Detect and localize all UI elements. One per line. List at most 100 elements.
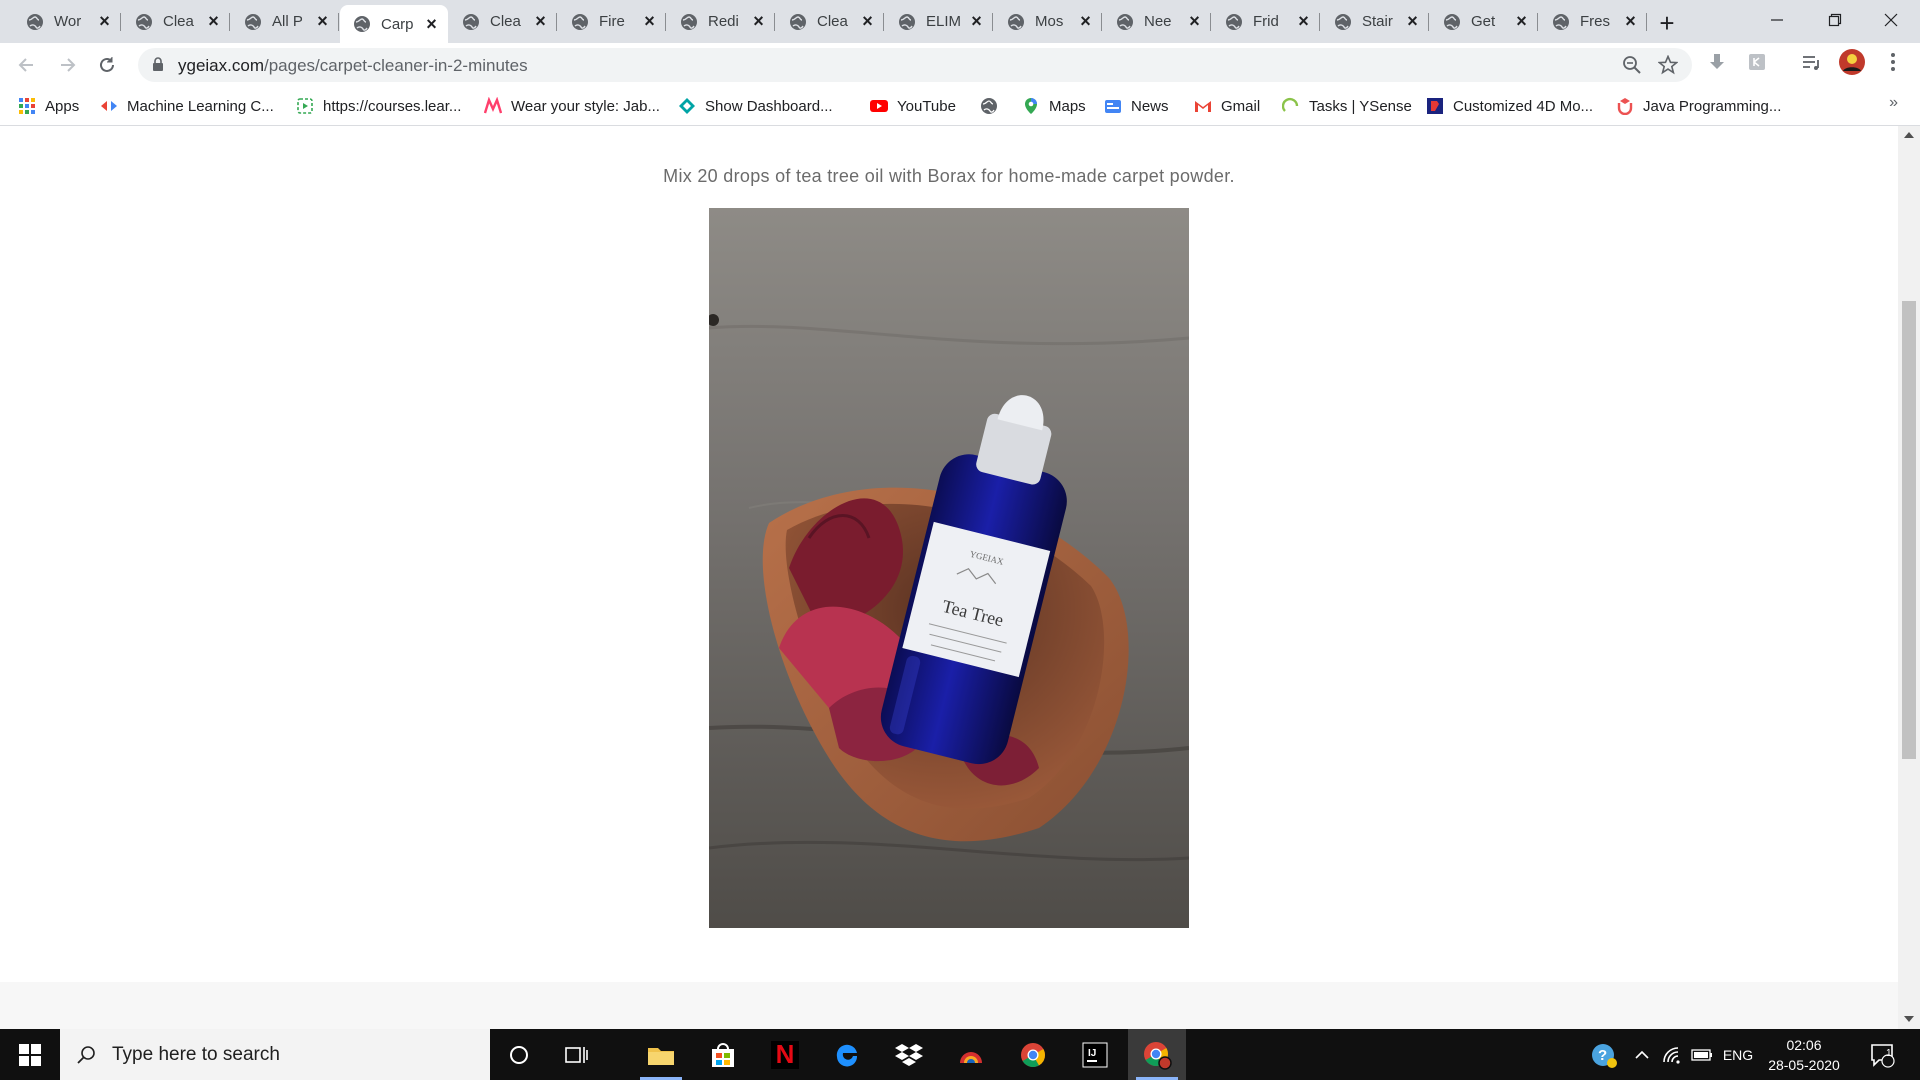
tab-title: Stair <box>1362 13 1393 30</box>
bookmark-label: Machine Learning C... <box>127 97 274 115</box>
browser-tab[interactable]: All P × <box>231 5 339 38</box>
close-tab-icon[interactable]: × <box>1188 11 1201 31</box>
bookmark-item[interactable]: Tasks | YSense <box>1282 94 1412 118</box>
dropbox-button[interactable] <box>880 1029 938 1080</box>
extension-tile-icon[interactable] <box>1745 50 1769 74</box>
close-tab-icon[interactable]: × <box>316 11 329 31</box>
close-tab-icon[interactable]: × <box>861 11 874 31</box>
close-tab-icon[interactable]: × <box>1406 11 1419 31</box>
app-arc-button[interactable] <box>942 1029 1000 1080</box>
address-url[interactable]: ygeiax.com/pages/carpet-cleaner-in-2-min… <box>178 56 528 76</box>
battery-tray-button[interactable] <box>1688 1029 1716 1080</box>
browser-tab[interactable]: Fres × <box>1539 5 1647 38</box>
close-tab-icon[interactable]: × <box>534 11 547 31</box>
browser-tab[interactable]: Frid × <box>1212 5 1320 38</box>
windows-taskbar: Type here to search N IJ ? ENG 02:06 28-… <box>0 1029 1920 1080</box>
close-window-button[interactable] <box>1862 0 1920 40</box>
browser-tab[interactable]: Wor × <box>13 5 121 38</box>
bookmark-item[interactable]: Gmail <box>1194 94 1260 118</box>
minimize-button[interactable] <box>1748 0 1806 40</box>
bookmark-item[interactable]: YouTube <box>870 94 956 118</box>
help-tray-button[interactable]: ? <box>1586 1029 1622 1080</box>
close-tab-icon[interactable]: × <box>643 11 656 31</box>
close-tab-icon[interactable]: × <box>970 11 983 31</box>
back-button[interactable] <box>11 49 43 81</box>
close-tab-icon[interactable]: × <box>752 11 765 31</box>
zoom-icon[interactable] <box>1622 55 1642 75</box>
store-button[interactable] <box>694 1029 752 1080</box>
browser-tab[interactable]: Fire × <box>558 5 666 38</box>
file-explorer-button[interactable] <box>632 1029 690 1080</box>
task-view-button[interactable] <box>548 1029 606 1080</box>
4d-icon <box>1426 97 1444 115</box>
bookmark-star-icon[interactable] <box>1658 55 1678 75</box>
globe-icon <box>572 13 588 30</box>
taskbar-search-box[interactable]: Type here to search <box>60 1029 490 1080</box>
chrome-menu-button[interactable] <box>1881 50 1905 74</box>
tab-separator <box>1101 13 1102 31</box>
url-path: /pages/carpet-cleaner-in-2-minutes <box>263 56 528 75</box>
courses-play-icon <box>296 97 314 115</box>
bookmark-item[interactable]: Apps <box>18 94 79 118</box>
store-bag-icon <box>712 1042 734 1067</box>
gmail-icon <box>1194 97 1212 115</box>
bookmark-item[interactable]: Machine Learning C... <box>100 94 274 118</box>
reload-button[interactable] <box>91 49 123 81</box>
intellij-button[interactable]: IJ <box>1066 1029 1124 1080</box>
netflix-button[interactable]: N <box>756 1029 814 1080</box>
browser-tab[interactable]: Stair × <box>1321 5 1429 38</box>
bookmark-item[interactable]: https://courses.lear... <box>296 94 461 118</box>
extension-download-icon[interactable] <box>1705 50 1729 74</box>
show-hidden-icons-button[interactable] <box>1628 1029 1656 1080</box>
close-tab-icon[interactable]: × <box>1297 11 1310 31</box>
windows-logo-icon <box>19 1043 41 1066</box>
browser-tab[interactable]: Clea × <box>449 5 557 38</box>
bookmarks-overflow-button[interactable]: » <box>1889 94 1898 112</box>
restore-button[interactable] <box>1806 0 1864 40</box>
browser-tab[interactable]: Carp × <box>340 5 448 43</box>
close-tab-icon[interactable]: × <box>207 11 220 31</box>
bookmark-item[interactable]: Customized 4D Mo... <box>1426 94 1593 118</box>
scroll-down-arrow-icon[interactable] <box>1904 1016 1914 1022</box>
network-tray-button[interactable] <box>1658 1029 1686 1080</box>
browser-tab[interactable]: Mos × <box>994 5 1102 38</box>
browser-tab[interactable]: Clea × <box>776 5 884 38</box>
taskbar-clock[interactable]: 02:06 28-05-2020 <box>1762 1035 1846 1075</box>
media-queue-icon[interactable] <box>1799 50 1823 74</box>
browser-tab[interactable]: Redi × <box>667 5 775 38</box>
netflix-icon: N <box>771 1039 799 1069</box>
cortana-button[interactable] <box>490 1029 548 1080</box>
globe-icon <box>1335 13 1351 30</box>
browser-tab[interactable]: Nee × <box>1103 5 1211 38</box>
edge-button[interactable] <box>818 1029 876 1080</box>
bookmark-item[interactable] <box>980 94 1007 118</box>
bookmark-item[interactable]: News <box>1104 94 1169 118</box>
chrome-button[interactable] <box>1004 1029 1062 1080</box>
address-bar[interactable]: ygeiax.com/pages/carpet-cleaner-in-2-min… <box>138 48 1692 82</box>
bookmark-item[interactable]: Java Programming... <box>1616 94 1781 118</box>
close-tab-icon[interactable]: × <box>1515 11 1528 31</box>
browser-tab[interactable]: Clea × <box>122 5 230 38</box>
language-indicator[interactable]: ENG <box>1718 1029 1758 1080</box>
globe-icon <box>790 13 806 30</box>
scrollbar-thumb[interactable] <box>1902 301 1916 759</box>
page-scrollbar[interactable] <box>1898 126 1920 1029</box>
forward-button[interactable] <box>51 49 83 81</box>
close-tab-icon[interactable]: × <box>1079 11 1092 31</box>
start-button[interactable] <box>0 1029 60 1080</box>
scroll-up-arrow-icon[interactable] <box>1904 132 1914 138</box>
profile-avatar[interactable] <box>1838 48 1866 76</box>
bookmark-item[interactable]: Show Dashboard... <box>678 94 833 118</box>
bookmark-label: Apps <box>45 97 80 115</box>
chrome-active-window-button[interactable] <box>1128 1029 1186 1080</box>
browser-tab[interactable]: ELIM × <box>885 5 993 38</box>
close-tab-icon[interactable]: × <box>425 14 438 34</box>
close-tab-icon[interactable]: × <box>98 11 111 31</box>
close-tab-icon[interactable]: × <box>1624 11 1637 31</box>
bookmark-item[interactable]: Wear your style: Jab... <box>484 94 660 118</box>
browser-tab[interactable]: Get × <box>1430 5 1538 38</box>
action-center-button[interactable]: 1 <box>1862 1029 1902 1080</box>
new-tab-button[interactable]: + <box>1651 7 1683 39</box>
bookmark-item[interactable]: Maps <box>1022 94 1086 118</box>
chevron-up-icon <box>1635 1050 1649 1059</box>
